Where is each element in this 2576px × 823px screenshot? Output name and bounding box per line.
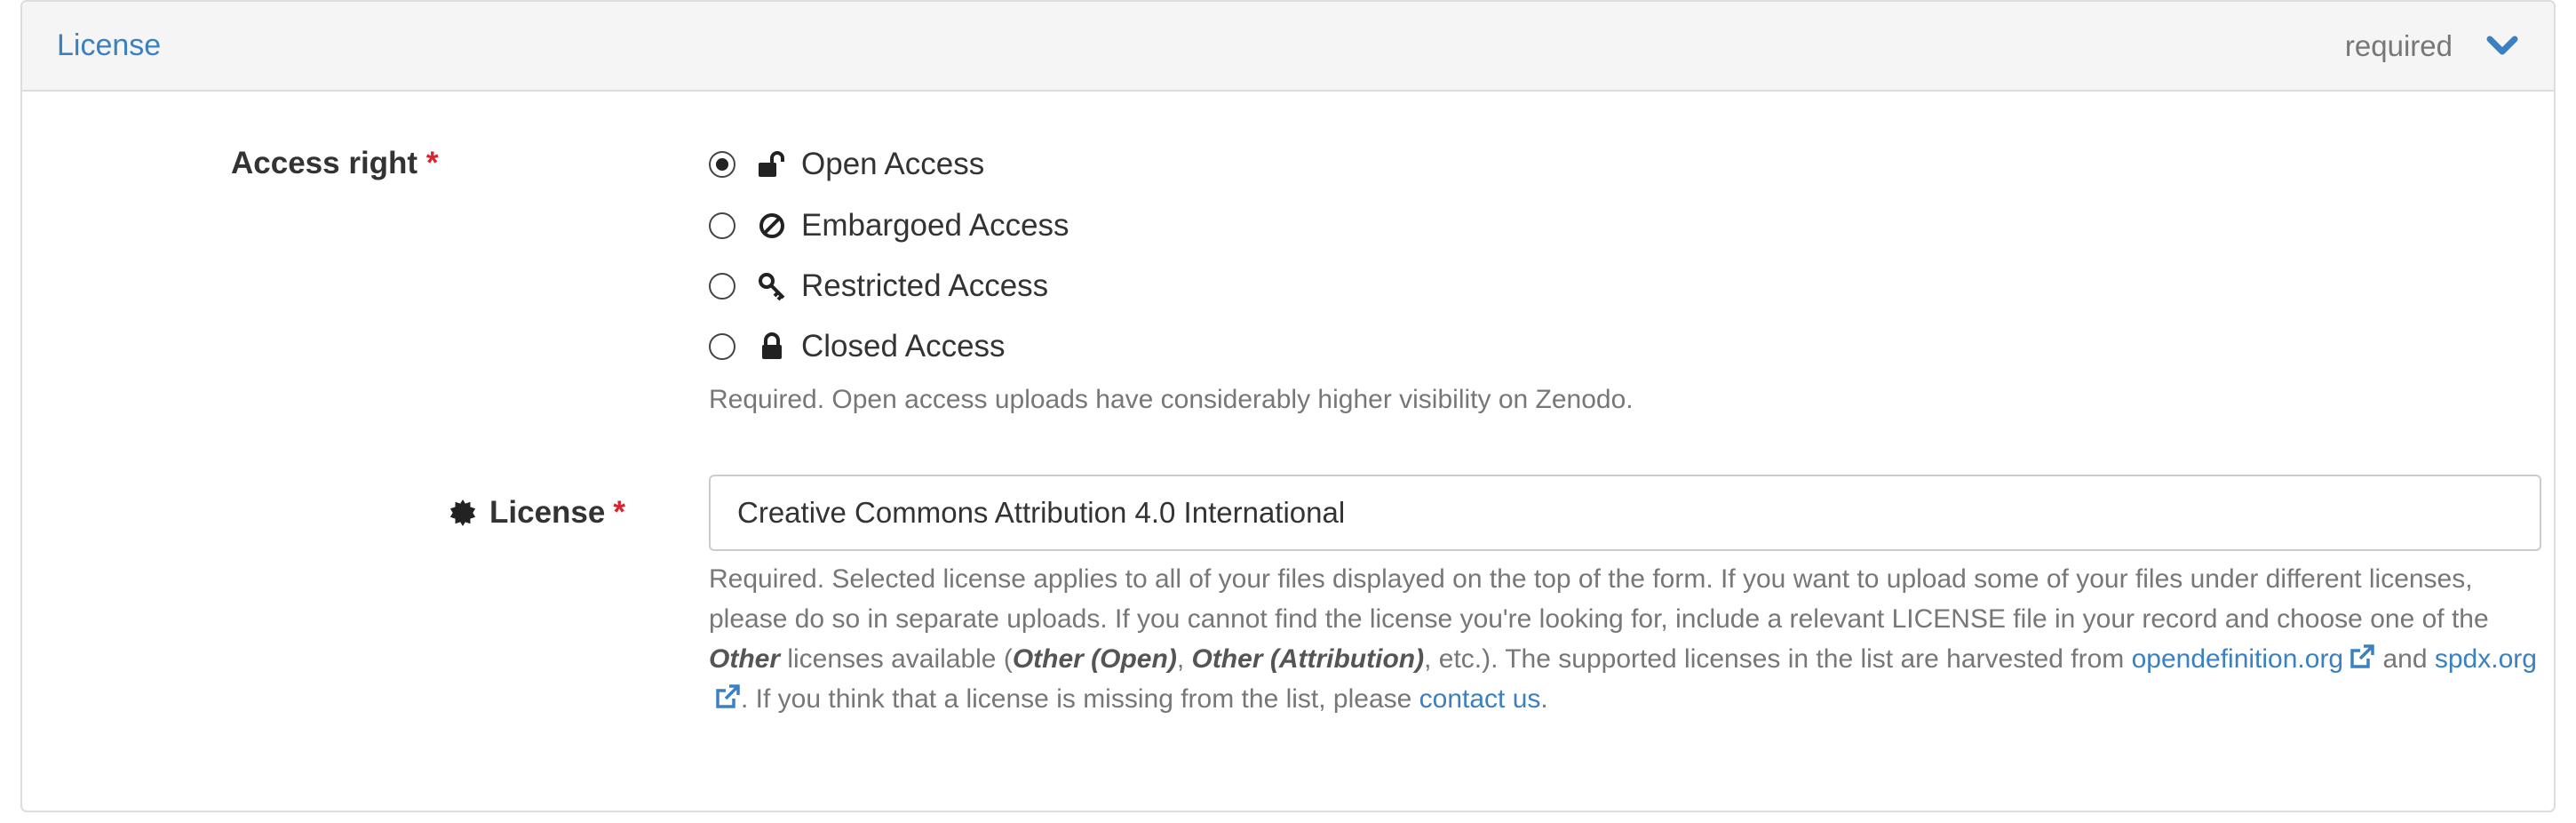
ban-icon (759, 213, 784, 238)
help-text-part: . (1540, 684, 1548, 714)
help-text-emphasis: Other (Attribution) (1191, 644, 1425, 674)
panel-required-text: required (2344, 29, 2453, 62)
option-label: Embargoed Access (801, 208, 1069, 243)
radio-embargoed-access[interactable]: Embargoed Access (709, 204, 1069, 248)
radio-restricted-access[interactable]: Restricted Access (709, 264, 1048, 308)
help-text-part: , (1176, 644, 1192, 674)
spdx-link-text[interactable]: spdx.org (2435, 644, 2537, 674)
opendefinition-link[interactable]: opendefinition.org (2132, 644, 2376, 674)
radio-button-checked[interactable] (709, 151, 735, 178)
option-label: Open Access (801, 147, 985, 181)
radio-open-access[interactable]: Open Access (709, 142, 984, 187)
help-text-part: licenses available ( (780, 644, 1013, 674)
radio-button[interactable] (709, 333, 735, 360)
external-link-icon[interactable] (2349, 643, 2375, 670)
license-label: License * (449, 495, 625, 531)
help-text-part: , etc.). The supported licenses in the l… (1424, 644, 2132, 674)
unlock-icon (759, 151, 784, 177)
contact-us-link[interactable]: contact us (1419, 684, 1541, 714)
certificate-icon (449, 499, 476, 527)
opendefinition-link-text[interactable]: opendefinition.org (2132, 644, 2344, 674)
license-label-text: License (489, 495, 606, 530)
option-label: Closed Access (801, 329, 1006, 364)
access-right-label-text: Access right (231, 146, 418, 180)
option-label: Restricted Access (801, 268, 1049, 303)
key-icon (759, 273, 785, 301)
panel-title[interactable]: License (57, 28, 161, 63)
license-select-input[interactable]: Creative Commons Attribution 4.0 Interna… (709, 475, 2541, 551)
lock-icon (762, 332, 782, 359)
radio-closed-access[interactable]: Closed Access (709, 324, 1006, 369)
help-text-part: . If you think that a license is missing… (741, 684, 1419, 714)
license-select-value: Creative Commons Attribution 4.0 Interna… (737, 496, 1346, 529)
access-right-help-text: Required. Open access uploads have consi… (709, 385, 1634, 414)
help-text-part: and (2375, 644, 2435, 674)
access-right-label: Access right * (231, 146, 438, 181)
radio-button[interactable] (709, 212, 735, 239)
external-link-icon[interactable] (714, 683, 741, 710)
required-marker: * (425, 146, 439, 180)
license-panel: License required Access right * Open Acc… (20, 0, 2556, 812)
help-text-emphasis: Other (709, 644, 781, 674)
chevron-down-icon[interactable] (2486, 32, 2518, 59)
help-text-emphasis: Other (Open) (1012, 644, 1177, 674)
radio-button[interactable] (709, 273, 735, 300)
required-marker: * (613, 495, 625, 530)
license-help-text: Required. Selected license applies to al… (709, 559, 2554, 719)
help-text-part: Required. Selected license applies to al… (709, 564, 2489, 634)
panel-heading[interactable]: License required (22, 2, 2554, 92)
